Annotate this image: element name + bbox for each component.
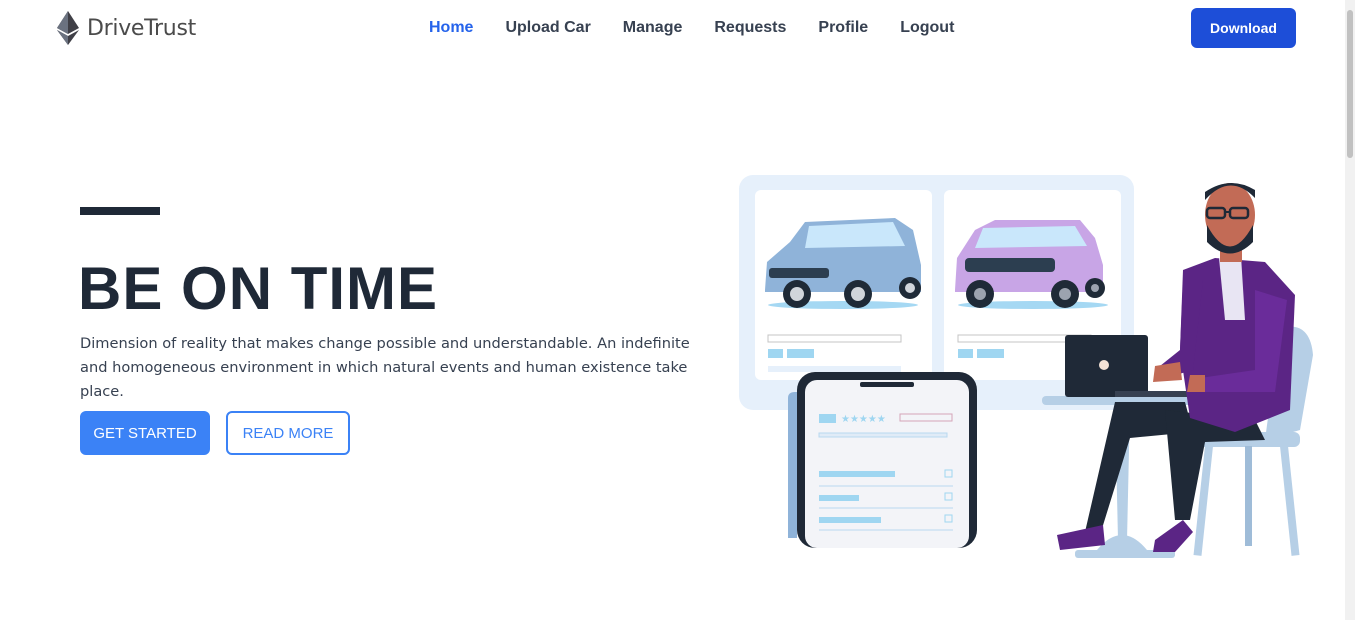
scrollbar-thumb[interactable] [1347, 10, 1353, 158]
site-header: DriveTrust Home Upload Car Manage Reques… [0, 0, 1345, 58]
svg-text:★★★★★: ★★★★★ [841, 414, 886, 425]
download-button[interactable]: Download [1191, 8, 1296, 48]
hero-title: BE ON TIME [78, 255, 439, 322]
brand-name: DriveTrust [87, 15, 196, 41]
brand-logo[interactable]: DriveTrust [57, 11, 196, 45]
page-scrollbar[interactable] [1345, 0, 1355, 620]
ethereum-diamond-icon [57, 11, 79, 45]
nav-requests[interactable]: Requests [714, 19, 786, 37]
nav-manage[interactable]: Manage [623, 19, 683, 37]
phone-mockup-icon: ★★★★★ [788, 372, 977, 548]
main-nav: Home Upload Car Manage Requests Profile … [429, 19, 954, 37]
read-more-button[interactable]: READ MORE [226, 411, 350, 455]
nav-logout[interactable]: Logout [900, 19, 954, 37]
nav-upload-car[interactable]: Upload Car [505, 19, 590, 37]
hero-description: Dimension of reality that makes change p… [80, 335, 690, 400]
get-started-button[interactable]: GET STARTED [80, 411, 210, 455]
nav-home[interactable]: Home [429, 19, 473, 37]
hero-accent-bar [80, 207, 160, 215]
nav-profile[interactable]: Profile [818, 19, 868, 37]
hero-illustration: ★★★★★ [739, 175, 1313, 558]
